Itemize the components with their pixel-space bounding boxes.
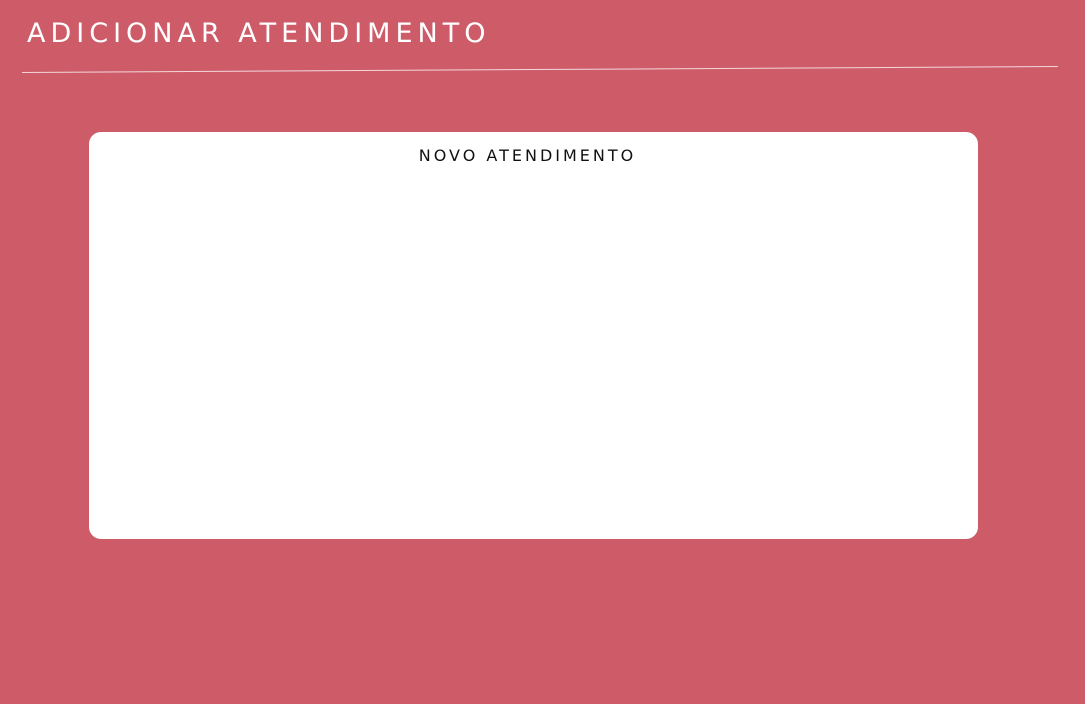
new-service-card [89,132,978,539]
card-body [109,182,958,519]
page-title: adicionar atendimento [27,18,491,49]
header-divider [22,66,1058,73]
page-header: adicionar atendimento [0,0,1085,80]
card-title: novo atendimento [418,146,637,165]
